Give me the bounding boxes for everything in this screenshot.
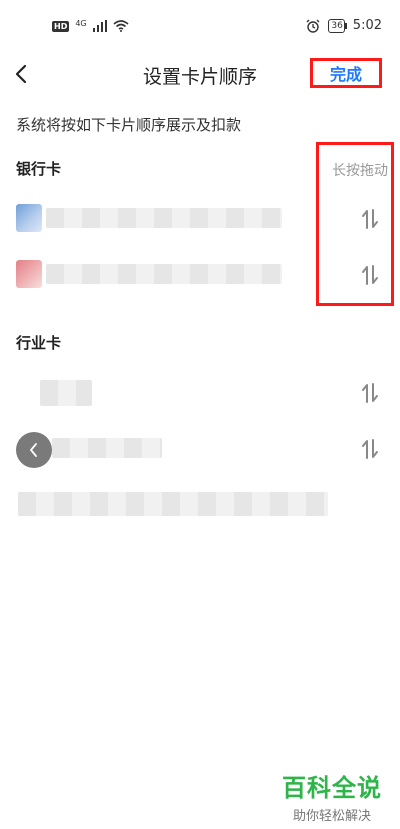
chevron-left-icon	[29, 443, 37, 457]
bank-card-row-2[interactable]	[0, 254, 400, 298]
blurred-info-row	[0, 484, 400, 528]
bank-card-logo	[16, 204, 42, 232]
network-label: 4G	[75, 18, 87, 28]
blurred-info-text	[18, 492, 328, 516]
bank-card-section-title: 银行卡	[16, 160, 62, 178]
blurred-card-name	[46, 264, 282, 284]
status-bar: HD 4G 36 5:02	[0, 0, 400, 56]
hd-badge: HD	[52, 20, 70, 32]
battery-level: 36	[331, 20, 343, 31]
header: 设置卡片顺序 完成	[0, 56, 400, 96]
wifi-icon	[113, 20, 129, 32]
drag-handle-icon[interactable]	[360, 382, 380, 404]
blurred-card-name	[52, 438, 162, 458]
drag-handle-icon[interactable]	[360, 264, 380, 286]
drag-handle-icon[interactable]	[360, 208, 380, 230]
alarm-icon	[306, 19, 320, 33]
watermark: 百科全说 助你轻松解决	[282, 768, 382, 824]
battery-indicator: 36	[328, 18, 345, 33]
status-right: 36 5:02	[306, 18, 382, 33]
blurred-card-name	[40, 380, 92, 406]
status-left: HD 4G	[52, 18, 129, 32]
drag-handle-icon[interactable]	[360, 438, 380, 460]
status-time: 5:02	[352, 18, 382, 33]
done-button[interactable]: 完成	[310, 58, 382, 88]
blurred-card-name	[46, 208, 282, 228]
watermark-sub: 助你轻松解决	[292, 809, 371, 824]
bank-card-row-1[interactable]	[0, 198, 400, 242]
floating-back-button[interactable]	[16, 432, 52, 468]
industry-card-row-1[interactable]	[0, 372, 400, 416]
industry-card-section-title: 行业卡	[16, 334, 62, 352]
bank-card-logo	[16, 260, 42, 288]
watermark-main: 百科全说	[282, 774, 382, 802]
signal-icon	[92, 20, 107, 32]
order-description: 系统将按如下卡片顺序展示及扣款	[16, 116, 242, 134]
industry-card-row-2[interactable]	[0, 428, 400, 472]
